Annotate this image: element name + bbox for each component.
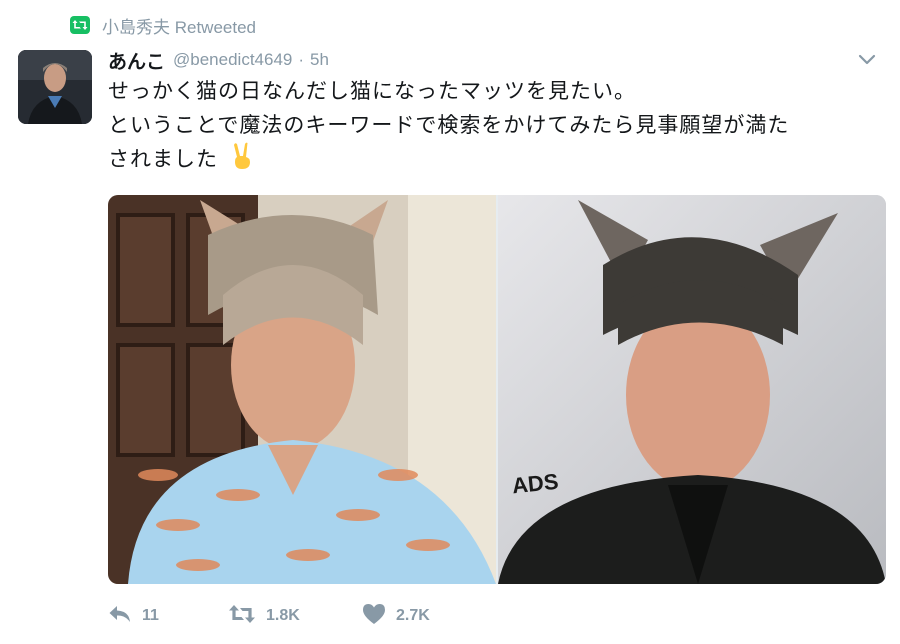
retweet-button[interactable]: 1.8K xyxy=(228,604,362,628)
like-count: 2.7K xyxy=(396,607,430,624)
reply-count: 11 xyxy=(142,607,159,624)
retweeted-by-label[interactable]: 小島秀夫 Retweeted xyxy=(102,13,256,38)
separator-dot: · xyxy=(298,50,305,69)
retweet-icon xyxy=(228,604,256,628)
photo-right[interactable]: ADS xyxy=(498,195,886,584)
retweet-count: 1.8K xyxy=(266,607,300,624)
photo-left[interactable] xyxy=(108,195,496,584)
tweet-text: せっかく猫の日なんだし猫になったマッツを見たい。 ということで魔法のキーワードで… xyxy=(108,74,888,180)
retweet-icon xyxy=(70,16,90,34)
tweet-header: あんこ @benedict4649 · 5h xyxy=(108,46,878,74)
reply-button[interactable]: 11 xyxy=(108,604,228,628)
tweet-text-last: されました xyxy=(108,147,218,171)
heart-icon xyxy=(362,603,386,629)
photo-backdrop-text: ADS xyxy=(510,468,560,499)
tweet-text-line: されました xyxy=(108,142,888,180)
tweet-actions: 11 1.8K 2.7K xyxy=(108,602,482,630)
retweet-context: 小島秀夫 Retweeted xyxy=(70,13,256,38)
user-handle[interactable]: @benedict4649 xyxy=(173,50,292,70)
avatar[interactable] xyxy=(18,50,92,124)
chevron-down-icon[interactable] xyxy=(856,48,878,70)
media-grid[interactable]: ADS xyxy=(108,195,886,584)
victory-hand-icon xyxy=(230,142,254,180)
timestamp[interactable]: 5h xyxy=(310,50,329,70)
like-button[interactable]: 2.7K xyxy=(362,603,482,629)
reply-icon xyxy=(108,604,132,628)
display-name[interactable]: あんこ xyxy=(108,47,165,74)
tweet-text-line: せっかく猫の日なんだし猫になったマッツを見たい。 xyxy=(108,79,636,103)
tweet-text-line: ということで魔法のキーワードで検索をかけてみたら見事願望が満た xyxy=(108,113,790,137)
